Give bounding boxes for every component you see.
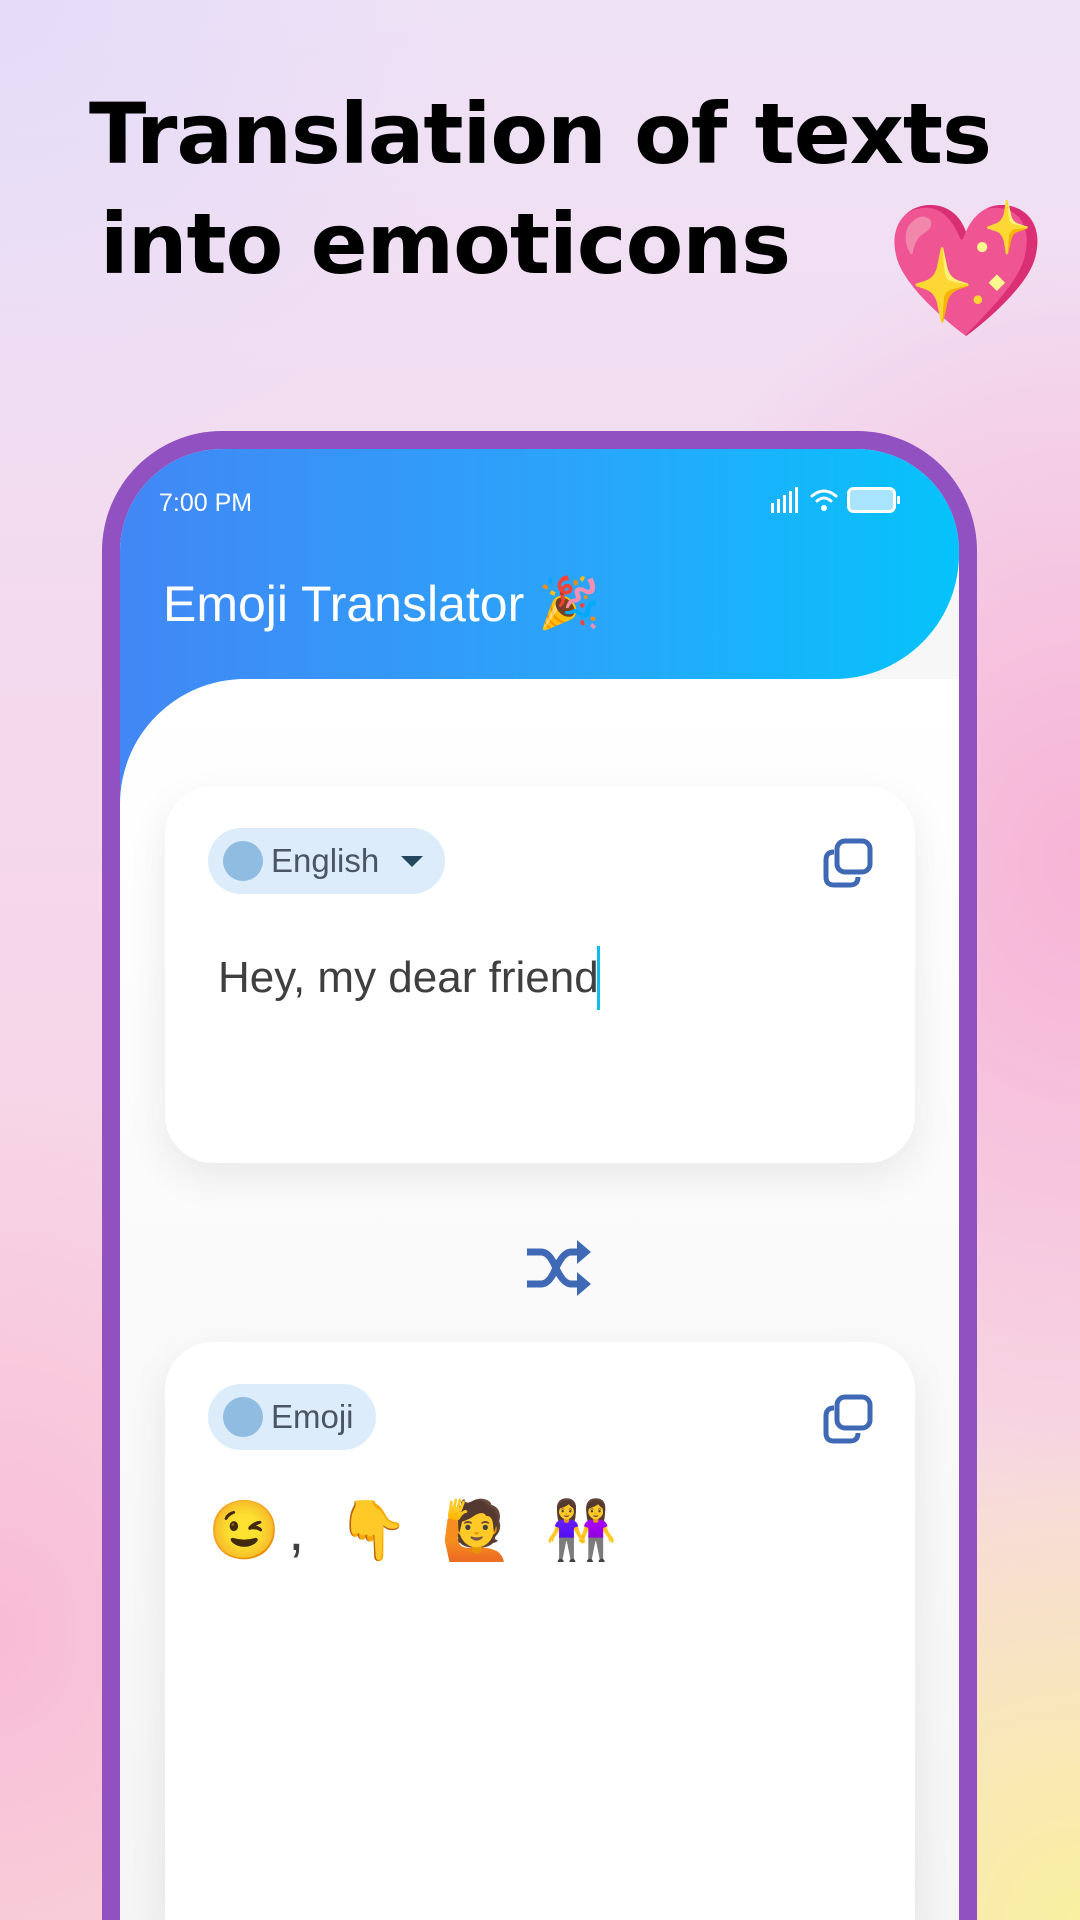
text-cursor — [596, 946, 600, 1010]
headline-line-1: Translation of texts — [88, 85, 992, 183]
status-icons — [771, 487, 901, 513]
copy-icon[interactable] — [823, 838, 873, 888]
sparkling-heart-icon: 💖 — [885, 197, 1047, 343]
app-title-text: Emoji Translator — [163, 575, 525, 632]
party-popper-icon: 🎉 — [538, 575, 601, 631]
app-title: Emoji Translator 🎉 — [163, 574, 601, 633]
copy-icon[interactable] — [823, 1394, 873, 1444]
battery-icon — [847, 487, 900, 513]
language-flag-icon — [223, 841, 263, 881]
target-language-chip[interactable]: Emoji — [208, 1384, 376, 1450]
source-text: Hey, my dear friend — [218, 953, 599, 1002]
source-card: English Hey, my dear friend — [165, 786, 915, 1163]
app-header: 7:00 PM Emoji Translator 🎉 — [120, 449, 959, 679]
source-language-label: English — [271, 842, 380, 879]
phone-frame: 7:00 PM Emoji Translator 🎉 English Hey, m… — [102, 431, 977, 1920]
headline-text: into emoticons — [99, 195, 791, 293]
source-language-selector[interactable]: English — [208, 828, 446, 894]
translated-emoji-output: 😉, 👇 🙋 👭 — [208, 1498, 626, 1563]
chevron-down-icon — [401, 855, 424, 867]
source-text-input[interactable]: Hey, my dear friend — [218, 946, 600, 1010]
swap-languages-icon[interactable] — [523, 1234, 593, 1304]
target-language-label: Emoji — [271, 1398, 354, 1435]
wifi-icon — [810, 489, 838, 511]
target-card: Emoji 😉, 👇 🙋 👭 — [165, 1342, 915, 1920]
status-time: 7:00 PM — [159, 489, 253, 517]
signal-icon — [771, 487, 798, 513]
language-flag-icon — [223, 1397, 263, 1437]
